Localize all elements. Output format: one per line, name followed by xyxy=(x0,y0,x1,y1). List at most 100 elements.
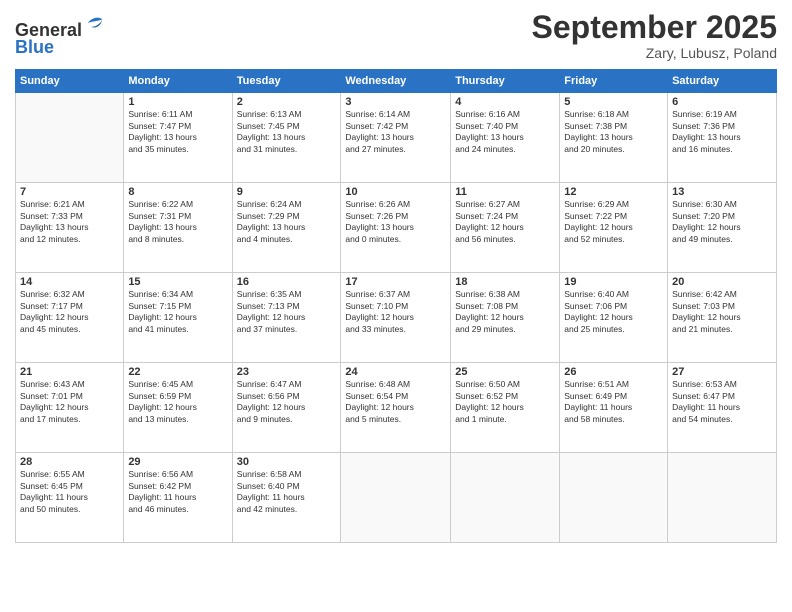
col-wednesday: Wednesday xyxy=(341,70,451,93)
day-info: Sunrise: 6:11 AMSunset: 7:47 PMDaylight:… xyxy=(128,109,227,155)
calendar-week-row: 1Sunrise: 6:11 AMSunset: 7:47 PMDaylight… xyxy=(16,93,777,183)
col-monday: Monday xyxy=(124,70,232,93)
calendar-cell xyxy=(560,453,668,543)
calendar-cell: 11Sunrise: 6:27 AMSunset: 7:24 PMDayligh… xyxy=(451,183,560,273)
day-number: 20 xyxy=(672,276,772,288)
calendar-cell: 9Sunrise: 6:24 AMSunset: 7:29 PMDaylight… xyxy=(232,183,341,273)
day-number: 5 xyxy=(564,96,663,108)
day-info: Sunrise: 6:37 AMSunset: 7:10 PMDaylight:… xyxy=(345,289,446,335)
calendar-cell: 30Sunrise: 6:58 AMSunset: 6:40 PMDayligh… xyxy=(232,453,341,543)
calendar-cell: 28Sunrise: 6:55 AMSunset: 6:45 PMDayligh… xyxy=(16,453,124,543)
day-info: Sunrise: 6:14 AMSunset: 7:42 PMDaylight:… xyxy=(345,109,446,155)
title-block: September 2025 Zary, Lubusz, Poland xyxy=(532,10,777,61)
calendar-cell: 16Sunrise: 6:35 AMSunset: 7:13 PMDayligh… xyxy=(232,273,341,363)
calendar-cell: 20Sunrise: 6:42 AMSunset: 7:03 PMDayligh… xyxy=(668,273,777,363)
day-info: Sunrise: 6:18 AMSunset: 7:38 PMDaylight:… xyxy=(564,109,663,155)
calendar-cell: 27Sunrise: 6:53 AMSunset: 6:47 PMDayligh… xyxy=(668,363,777,453)
day-info: Sunrise: 6:42 AMSunset: 7:03 PMDaylight:… xyxy=(672,289,772,335)
day-number: 28 xyxy=(20,456,119,468)
calendar-cell: 18Sunrise: 6:38 AMSunset: 7:08 PMDayligh… xyxy=(451,273,560,363)
calendar-cell: 3Sunrise: 6:14 AMSunset: 7:42 PMDaylight… xyxy=(341,93,451,183)
calendar-cell: 17Sunrise: 6:37 AMSunset: 7:10 PMDayligh… xyxy=(341,273,451,363)
col-tuesday: Tuesday xyxy=(232,70,341,93)
day-info: Sunrise: 6:53 AMSunset: 6:47 PMDaylight:… xyxy=(672,379,772,425)
day-number: 29 xyxy=(128,456,227,468)
calendar-cell: 13Sunrise: 6:30 AMSunset: 7:20 PMDayligh… xyxy=(668,183,777,273)
day-number: 27 xyxy=(672,366,772,378)
day-number: 12 xyxy=(564,186,663,198)
day-info: Sunrise: 6:51 AMSunset: 6:49 PMDaylight:… xyxy=(564,379,663,425)
day-number: 13 xyxy=(672,186,772,198)
day-number: 14 xyxy=(20,276,119,288)
day-info: Sunrise: 6:16 AMSunset: 7:40 PMDaylight:… xyxy=(455,109,555,155)
location-subtitle: Zary, Lubusz, Poland xyxy=(532,45,777,61)
day-info: Sunrise: 6:35 AMSunset: 7:13 PMDaylight:… xyxy=(237,289,337,335)
day-info: Sunrise: 6:19 AMSunset: 7:36 PMDaylight:… xyxy=(672,109,772,155)
calendar-cell xyxy=(668,453,777,543)
day-number: 11 xyxy=(455,186,555,198)
day-number: 8 xyxy=(128,186,227,198)
day-number: 25 xyxy=(455,366,555,378)
calendar-week-row: 21Sunrise: 6:43 AMSunset: 7:01 PMDayligh… xyxy=(16,363,777,453)
day-info: Sunrise: 6:32 AMSunset: 7:17 PMDaylight:… xyxy=(20,289,119,335)
calendar-cell: 12Sunrise: 6:29 AMSunset: 7:22 PMDayligh… xyxy=(560,183,668,273)
calendar-cell: 25Sunrise: 6:50 AMSunset: 6:52 PMDayligh… xyxy=(451,363,560,453)
day-info: Sunrise: 6:45 AMSunset: 6:59 PMDaylight:… xyxy=(128,379,227,425)
day-info: Sunrise: 6:29 AMSunset: 7:22 PMDaylight:… xyxy=(564,199,663,245)
day-number: 9 xyxy=(237,186,337,198)
logo: General Blue xyxy=(15,14,106,58)
day-number: 19 xyxy=(564,276,663,288)
day-number: 2 xyxy=(237,96,337,108)
day-info: Sunrise: 6:56 AMSunset: 6:42 PMDaylight:… xyxy=(128,469,227,515)
calendar-cell: 10Sunrise: 6:26 AMSunset: 7:26 PMDayligh… xyxy=(341,183,451,273)
col-saturday: Saturday xyxy=(668,70,777,93)
col-thursday: Thursday xyxy=(451,70,560,93)
calendar-cell: 19Sunrise: 6:40 AMSunset: 7:06 PMDayligh… xyxy=(560,273,668,363)
day-number: 23 xyxy=(237,366,337,378)
day-number: 4 xyxy=(455,96,555,108)
calendar-cell: 6Sunrise: 6:19 AMSunset: 7:36 PMDaylight… xyxy=(668,93,777,183)
day-number: 17 xyxy=(345,276,446,288)
logo-text: General Blue xyxy=(15,14,106,58)
day-info: Sunrise: 6:50 AMSunset: 6:52 PMDaylight:… xyxy=(455,379,555,425)
calendar-week-row: 7Sunrise: 6:21 AMSunset: 7:33 PMDaylight… xyxy=(16,183,777,273)
day-info: Sunrise: 6:13 AMSunset: 7:45 PMDaylight:… xyxy=(237,109,337,155)
day-number: 3 xyxy=(345,96,446,108)
day-info: Sunrise: 6:30 AMSunset: 7:20 PMDaylight:… xyxy=(672,199,772,245)
day-info: Sunrise: 6:21 AMSunset: 7:33 PMDaylight:… xyxy=(20,199,119,245)
day-number: 18 xyxy=(455,276,555,288)
day-number: 26 xyxy=(564,366,663,378)
calendar-cell: 21Sunrise: 6:43 AMSunset: 7:01 PMDayligh… xyxy=(16,363,124,453)
month-title: September 2025 xyxy=(532,10,777,45)
calendar-header-row: Sunday Monday Tuesday Wednesday Thursday… xyxy=(16,70,777,93)
calendar-cell: 23Sunrise: 6:47 AMSunset: 6:56 PMDayligh… xyxy=(232,363,341,453)
calendar-cell xyxy=(341,453,451,543)
calendar-cell: 4Sunrise: 6:16 AMSunset: 7:40 PMDaylight… xyxy=(451,93,560,183)
col-friday: Friday xyxy=(560,70,668,93)
day-number: 7 xyxy=(20,186,119,198)
calendar-cell: 7Sunrise: 6:21 AMSunset: 7:33 PMDaylight… xyxy=(16,183,124,273)
day-info: Sunrise: 6:34 AMSunset: 7:15 PMDaylight:… xyxy=(128,289,227,335)
logo-bird-icon xyxy=(84,14,106,36)
main-container: General Blue September 2025 Zary, Lubusz… xyxy=(0,0,792,553)
calendar-cell: 29Sunrise: 6:56 AMSunset: 6:42 PMDayligh… xyxy=(124,453,232,543)
calendar-cell xyxy=(451,453,560,543)
calendar-cell: 24Sunrise: 6:48 AMSunset: 6:54 PMDayligh… xyxy=(341,363,451,453)
calendar-cell: 8Sunrise: 6:22 AMSunset: 7:31 PMDaylight… xyxy=(124,183,232,273)
day-number: 16 xyxy=(237,276,337,288)
day-info: Sunrise: 6:22 AMSunset: 7:31 PMDaylight:… xyxy=(128,199,227,245)
day-number: 30 xyxy=(237,456,337,468)
day-info: Sunrise: 6:40 AMSunset: 7:06 PMDaylight:… xyxy=(564,289,663,335)
calendar-cell: 22Sunrise: 6:45 AMSunset: 6:59 PMDayligh… xyxy=(124,363,232,453)
calendar-cell: 2Sunrise: 6:13 AMSunset: 7:45 PMDaylight… xyxy=(232,93,341,183)
calendar-week-row: 14Sunrise: 6:32 AMSunset: 7:17 PMDayligh… xyxy=(16,273,777,363)
day-number: 21 xyxy=(20,366,119,378)
day-info: Sunrise: 6:58 AMSunset: 6:40 PMDaylight:… xyxy=(237,469,337,515)
calendar-week-row: 28Sunrise: 6:55 AMSunset: 6:45 PMDayligh… xyxy=(16,453,777,543)
day-number: 10 xyxy=(345,186,446,198)
calendar-table: Sunday Monday Tuesday Wednesday Thursday… xyxy=(15,69,777,543)
day-number: 1 xyxy=(128,96,227,108)
calendar-cell: 15Sunrise: 6:34 AMSunset: 7:15 PMDayligh… xyxy=(124,273,232,363)
day-info: Sunrise: 6:43 AMSunset: 7:01 PMDaylight:… xyxy=(20,379,119,425)
calendar-cell: 1Sunrise: 6:11 AMSunset: 7:47 PMDaylight… xyxy=(124,93,232,183)
